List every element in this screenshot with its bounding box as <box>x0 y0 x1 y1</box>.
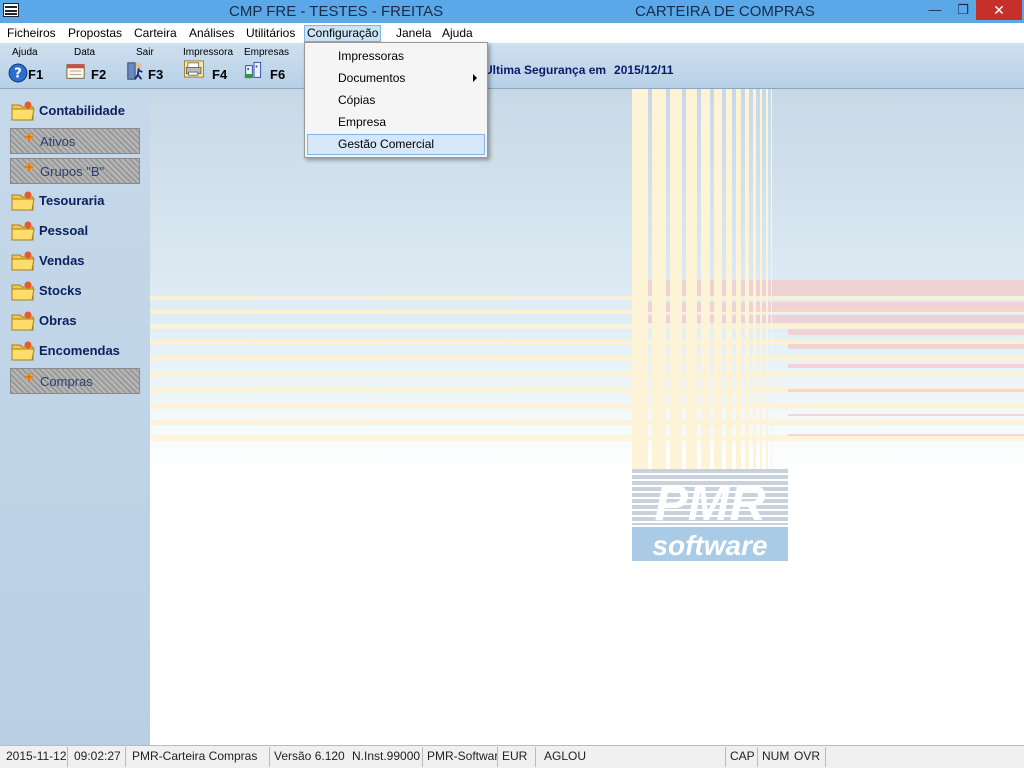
menu-ajuda[interactable]: Ajuda <box>439 25 476 42</box>
exit-key: F3 <box>148 67 164 82</box>
svg-text:?: ? <box>14 66 22 81</box>
sidebar-item-stocks[interactable]: Stocks <box>10 278 140 304</box>
sidebar-item-tesouraria[interactable]: Tesouraria <box>10 188 140 214</box>
window-title: CMP FRE - TESTES - FREITAS <box>229 3 444 20</box>
menu-propostas[interactable]: Propostas <box>65 25 125 42</box>
restore-button[interactable]: ❐ <box>950 0 976 20</box>
sidebar-item-ativos: Ativos <box>10 128 140 154</box>
help-key: F1 <box>28 67 44 82</box>
status-ovr: OVR <box>790 747 826 767</box>
submenu-arrow-icon <box>473 74 477 82</box>
sidebar-item-label: Tesouraria <box>39 193 105 208</box>
folder-icon <box>11 221 35 241</box>
sidebar-item-contabilidade[interactable]: Contabilidade <box>10 98 140 124</box>
status-num: NUM <box>762 749 790 763</box>
menu-item-documentos-label: Documentos <box>338 71 406 85</box>
sidebar-item-grupos-b: Grupos "B" <box>10 158 140 184</box>
status-app: PMR-Carteira Compras <box>128 747 270 767</box>
sidebar-item-label: Grupos "B" <box>40 164 105 179</box>
help-icon: ? <box>8 63 28 83</box>
date-button-label: Data <box>74 47 96 58</box>
folder-icon <box>25 373 33 381</box>
pmr-software-logo: PMR software <box>632 89 788 561</box>
window-subtitle: CARTEIRA DE COMPRAS <box>635 3 815 20</box>
status-time: 09:02:27 <box>70 747 126 767</box>
companies-button-label: Empresas <box>244 47 290 58</box>
configuracao-dropdown: Impressoras Documentos Cópias Empresa Ge… <box>304 42 488 158</box>
status-version: Versão 6.120 <box>270 747 350 767</box>
sidebar: Contabilidade Ativos Grupos "B" Tesourar… <box>0 89 150 745</box>
menu-item-empresa[interactable]: Empresa <box>307 112 485 133</box>
sidebar-item-label: Contabilidade <box>39 103 125 118</box>
sidebar-item-vendas[interactable]: Vendas <box>10 248 140 274</box>
exit-button-label: Sair <box>136 47 154 58</box>
sidebar-item-encomendas[interactable]: Encomendas <box>10 338 140 364</box>
menu-configuracao[interactable]: Configuração <box>304 25 382 42</box>
status-company: PMR-Software <box>423 747 498 767</box>
menu-analises[interactable]: Análises <box>186 25 237 42</box>
folder-icon <box>11 281 35 301</box>
status-version-number: 6.120 <box>314 749 345 763</box>
printer-icon <box>184 60 204 78</box>
background-stripes <box>150 280 1024 441</box>
status-cap: CAP <box>726 747 758 767</box>
status-bar: 2015-11-12 09:02:27 PMR-Carteira Compras… <box>0 745 1024 768</box>
folder-icon <box>25 133 33 141</box>
companies-button[interactable]: Empresas F6 <box>244 47 294 87</box>
status-version-label: Versão <box>274 749 312 763</box>
app-icon[interactable] <box>3 3 19 17</box>
help-button[interactable]: Ajuda ? F1 <box>8 47 58 87</box>
folder-icon <box>11 341 35 361</box>
menu-item-impressoras[interactable]: Impressoras <box>307 46 485 67</box>
last-backup-label: Ultima Segurança em <box>484 63 607 77</box>
folder-icon <box>25 163 33 171</box>
sidebar-item-pessoal[interactable]: Pessoal <box>10 218 140 244</box>
menu-carteira[interactable]: Carteira <box>131 25 180 42</box>
sidebar-item-label: Obras <box>39 313 77 328</box>
sidebar-item-label: Pessoal <box>39 223 89 238</box>
printer-key: F4 <box>212 67 228 82</box>
main-area: PMR software <box>150 89 1024 745</box>
sidebar-item-label: Stocks <box>39 283 82 298</box>
status-date: 2015-11-12 <box>2 747 68 767</box>
status-install: N.Inst.99000 <box>348 747 423 767</box>
close-button[interactable]: ✕ <box>976 0 1022 20</box>
sidebar-item-label: Compras <box>40 374 93 389</box>
sidebar-item-label: Encomendas <box>39 343 120 358</box>
menu-item-copias[interactable]: Cópias <box>307 90 485 111</box>
minimize-button[interactable]: — <box>920 0 950 20</box>
status-currency: EUR <box>498 747 536 767</box>
sidebar-item-label: Vendas <box>39 253 85 268</box>
date-key: F2 <box>91 67 107 82</box>
menu-janela[interactable]: Janela <box>393 25 434 42</box>
exit-person-icon <box>127 62 143 80</box>
logo-word: software <box>652 530 767 561</box>
folder-icon <box>11 311 35 331</box>
printer-button[interactable]: Impressora F4 <box>183 47 235 87</box>
sidebar-item-label: Ativos <box>40 134 76 149</box>
printer-button-label: Impressora <box>183 47 234 58</box>
menu-bar: Ficheiros Propostas Carteira Análises Ut… <box>0 23 1024 43</box>
last-backup-date: 2015/12/11 <box>614 63 674 77</box>
menu-ficheiros[interactable]: Ficheiros <box>4 25 59 42</box>
date-button[interactable]: Data F2 <box>66 47 116 87</box>
menu-item-documentos[interactable]: Documentos <box>307 68 485 89</box>
status-user: AGLOU <box>540 747 726 767</box>
menu-utilitarios[interactable]: Utilitários <box>243 25 298 42</box>
title-bar: CMP FRE - TESTES - FREITAS CARTEIRA DE C… <box>0 0 1024 23</box>
companies-key: F6 <box>270 67 286 82</box>
help-button-label: Ajuda <box>12 47 38 58</box>
folder-icon <box>11 101 35 121</box>
menu-item-gestao-comercial[interactable]: Gestão Comercial <box>307 134 485 155</box>
folder-icon <box>11 251 35 271</box>
calendar-icon <box>66 64 85 79</box>
folder-icon <box>11 191 35 211</box>
companies-icon <box>244 61 262 79</box>
logo-brand: PMR <box>654 475 765 531</box>
toolbar: Ajuda ? F1 Data F2 Sair F3 Impressora F4… <box>0 43 1024 89</box>
exit-button[interactable]: Sair F3 <box>126 47 170 87</box>
sidebar-item-compras: Compras <box>10 368 140 394</box>
sidebar-item-obras[interactable]: Obras <box>10 308 140 334</box>
last-backup-info: Ultima Segurança em 2015/12/11 <box>484 63 673 77</box>
